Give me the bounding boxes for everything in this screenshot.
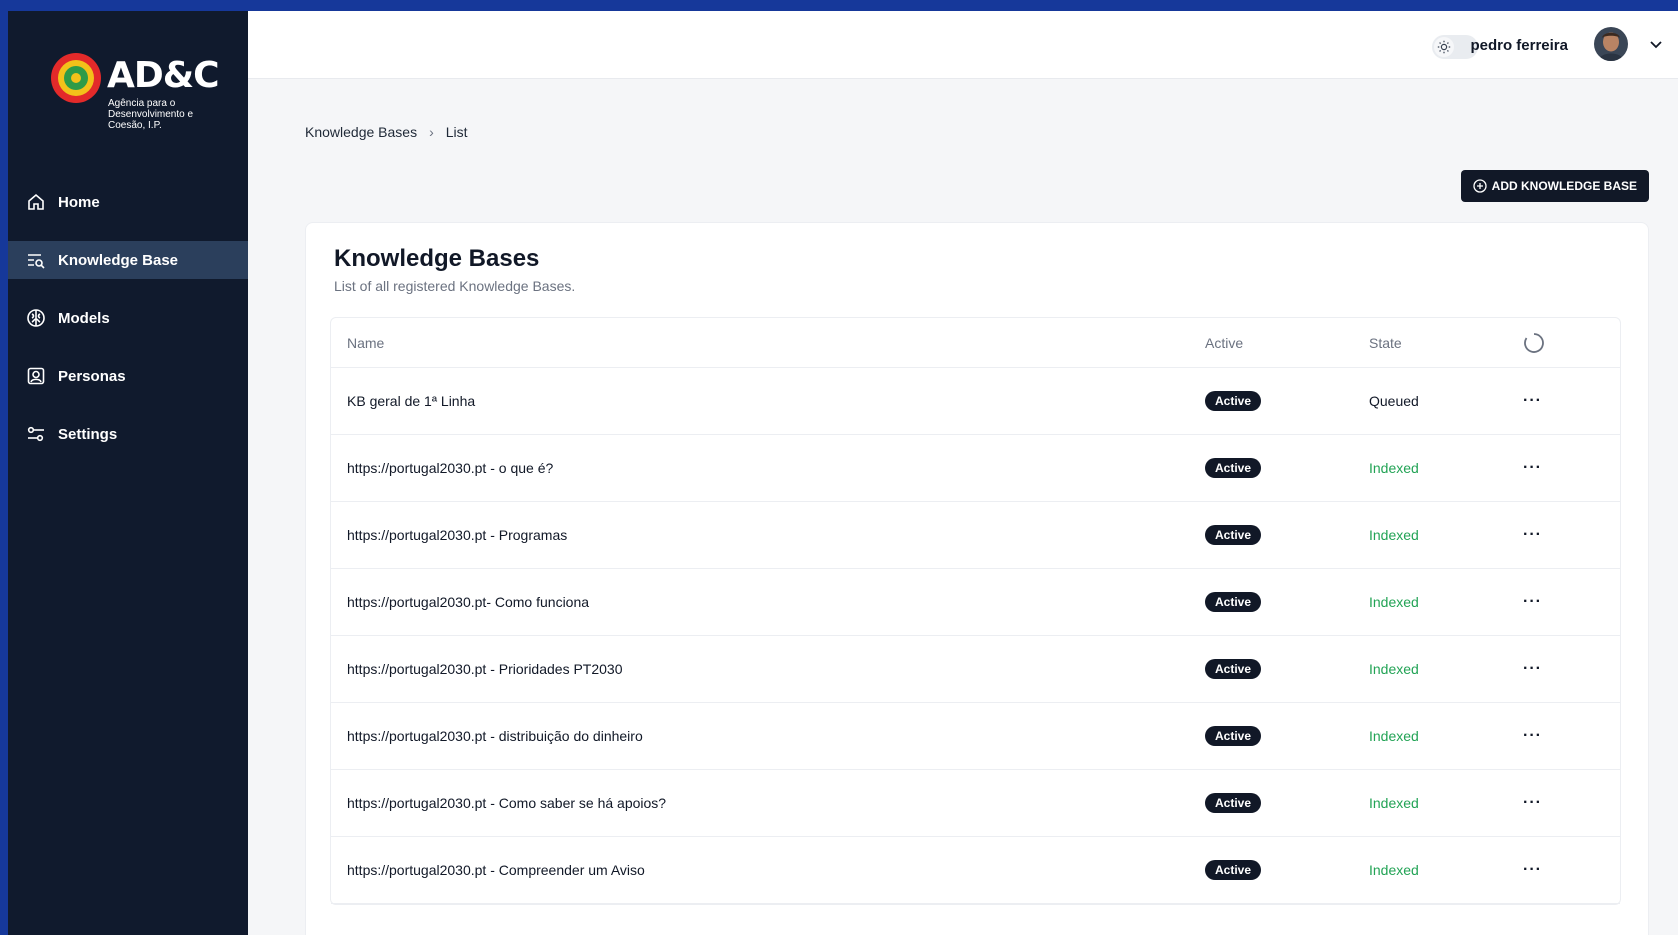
table-row[interactable]: https://portugal2030.pt - Como saber se … — [331, 770, 1620, 837]
refresh-spinner-icon[interactable] — [1523, 332, 1545, 354]
theme-toggle-knob — [1434, 37, 1454, 57]
table-row[interactable]: https://portugal2030.pt- Como funciona A… — [331, 569, 1620, 636]
sun-icon — [1437, 40, 1451, 54]
row-name: https://portugal2030.pt - o que é? — [347, 460, 554, 476]
plus-circle-icon — [1473, 179, 1487, 193]
row-name: https://portugal2030.pt - distribuição d… — [347, 728, 643, 744]
active-badge: Active — [1205, 659, 1262, 679]
sidebar-item-label: Knowledge Base — [58, 251, 179, 269]
table-row[interactable]: https://portugal2030.pt - Compreender um… — [331, 837, 1620, 904]
row-state: Indexed — [1369, 661, 1419, 677]
row-name: https://portugal2030.pt - Prioridades PT… — [347, 661, 623, 677]
brand-subtitle: Agência para o Desenvolvimento e Coesão,… — [108, 98, 194, 131]
page-subtitle: List of all registered Knowledge Bases. — [334, 278, 576, 294]
sidebar-item-label: Home — [58, 193, 100, 211]
persona-icon — [27, 367, 45, 385]
sidebar-item-models[interactable]: Models — [8, 299, 248, 337]
logo-mark-icon — [51, 53, 101, 103]
chevron-right-icon: › — [429, 124, 434, 140]
row-name: KB geral de 1ª Linha — [347, 393, 476, 409]
sidebar-item-knowledge-base[interactable]: Knowledge Base — [8, 241, 248, 279]
active-badge: Active — [1205, 860, 1262, 880]
avatar-image — [1594, 27, 1628, 61]
active-badge: Active — [1205, 458, 1262, 478]
more-actions-icon[interactable]: ··· — [1523, 794, 1542, 812]
sidebar: AD&C Agência para o Desenvolvimento e Co… — [8, 11, 248, 935]
row-state: Indexed — [1369, 728, 1419, 744]
knowledge-bases-table: Name Active State KB geral de 1ª Linha A… — [330, 317, 1621, 905]
table-row[interactable]: KB geral de 1ª Linha Active Queued ··· — [331, 368, 1620, 435]
add-knowledge-base-label: ADD KNOWLEDGE BASE — [1491, 179, 1637, 193]
row-name: https://portugal2030.pt- Como funciona — [347, 594, 590, 610]
settings-sliders-icon — [27, 426, 44, 442]
active-badge: Active — [1205, 726, 1262, 746]
breadcrumb: Knowledge Bases › List — [305, 124, 468, 140]
page-title: Knowledge Bases — [334, 245, 540, 272]
knowledge-base-icon — [28, 254, 45, 269]
row-name: https://portugal2030.pt - Como saber se … — [347, 795, 667, 811]
more-actions-icon[interactable]: ··· — [1523, 526, 1542, 544]
row-state: Queued — [1369, 393, 1419, 409]
row-state: Indexed — [1369, 460, 1419, 476]
table-row[interactable]: https://portugal2030.pt - o que é? Activ… — [331, 435, 1620, 502]
sidebar-item-home[interactable]: Home — [8, 183, 248, 221]
table-header-row: Name Active State — [331, 318, 1620, 368]
sidebar-item-label: Personas — [58, 367, 126, 385]
column-header-name[interactable]: Name — [347, 335, 384, 351]
brain-icon — [27, 309, 45, 327]
more-actions-icon[interactable]: ··· — [1523, 459, 1542, 477]
table-row[interactable]: https://portugal2030.pt - distribuição d… — [331, 703, 1620, 770]
table-row[interactable]: https://portugal2030.pt - Prioridades PT… — [331, 636, 1620, 703]
more-actions-icon[interactable]: ··· — [1523, 660, 1542, 678]
more-actions-icon[interactable]: ··· — [1523, 593, 1542, 611]
brand-logo[interactable]: AD&C Agência para o Desenvolvimento e Co… — [49, 41, 220, 131]
more-actions-icon[interactable]: ··· — [1523, 392, 1542, 410]
add-knowledge-base-button[interactable]: ADD KNOWLEDGE BASE — [1460, 170, 1649, 202]
column-header-active[interactable]: Active — [1205, 335, 1243, 351]
active-badge: Active — [1205, 391, 1262, 411]
active-badge: Active — [1205, 592, 1262, 612]
row-state: Indexed — [1369, 795, 1419, 811]
active-badge: Active — [1205, 525, 1262, 545]
column-header-state[interactable]: State — [1369, 335, 1402, 351]
row-name: https://portugal2030.pt - Compreender um… — [347, 862, 645, 878]
row-state: Indexed — [1369, 527, 1419, 543]
sidebar-nav: Home Knowledge Base Models Personas Sett… — [8, 183, 248, 473]
more-actions-icon[interactable]: ··· — [1523, 727, 1542, 745]
more-actions-icon[interactable]: ··· — [1523, 861, 1542, 879]
sidebar-item-settings[interactable]: Settings — [8, 415, 248, 453]
breadcrumb-item-knowledge-bases[interactable]: Knowledge Bases — [305, 124, 417, 140]
row-name: https://portugal2030.pt - Programas — [347, 527, 568, 543]
brand-name: AD&C — [107, 55, 220, 96]
chevron-down-icon[interactable] — [1648, 36, 1664, 52]
sidebar-item-label: Models — [58, 309, 110, 327]
breadcrumb-item-list: List — [445, 124, 468, 140]
avatar[interactable] — [1594, 27, 1628, 61]
active-badge: Active — [1205, 793, 1262, 813]
knowledge-bases-card: Knowledge Bases List of all registered K… — [305, 222, 1649, 935]
row-state: Indexed — [1369, 862, 1419, 878]
topbar: pedro ferreira — [248, 11, 1678, 79]
row-state: Indexed — [1369, 594, 1419, 610]
user-name[interactable]: pedro ferreira — [1470, 37, 1568, 54]
sidebar-item-label: Settings — [58, 425, 118, 443]
table-row[interactable]: https://portugal2030.pt - Programas Acti… — [331, 502, 1620, 569]
app-frame: AD&C Agência para o Desenvolvimento e Co… — [8, 11, 1678, 935]
home-icon — [28, 193, 44, 210]
sidebar-item-personas[interactable]: Personas — [8, 357, 248, 395]
